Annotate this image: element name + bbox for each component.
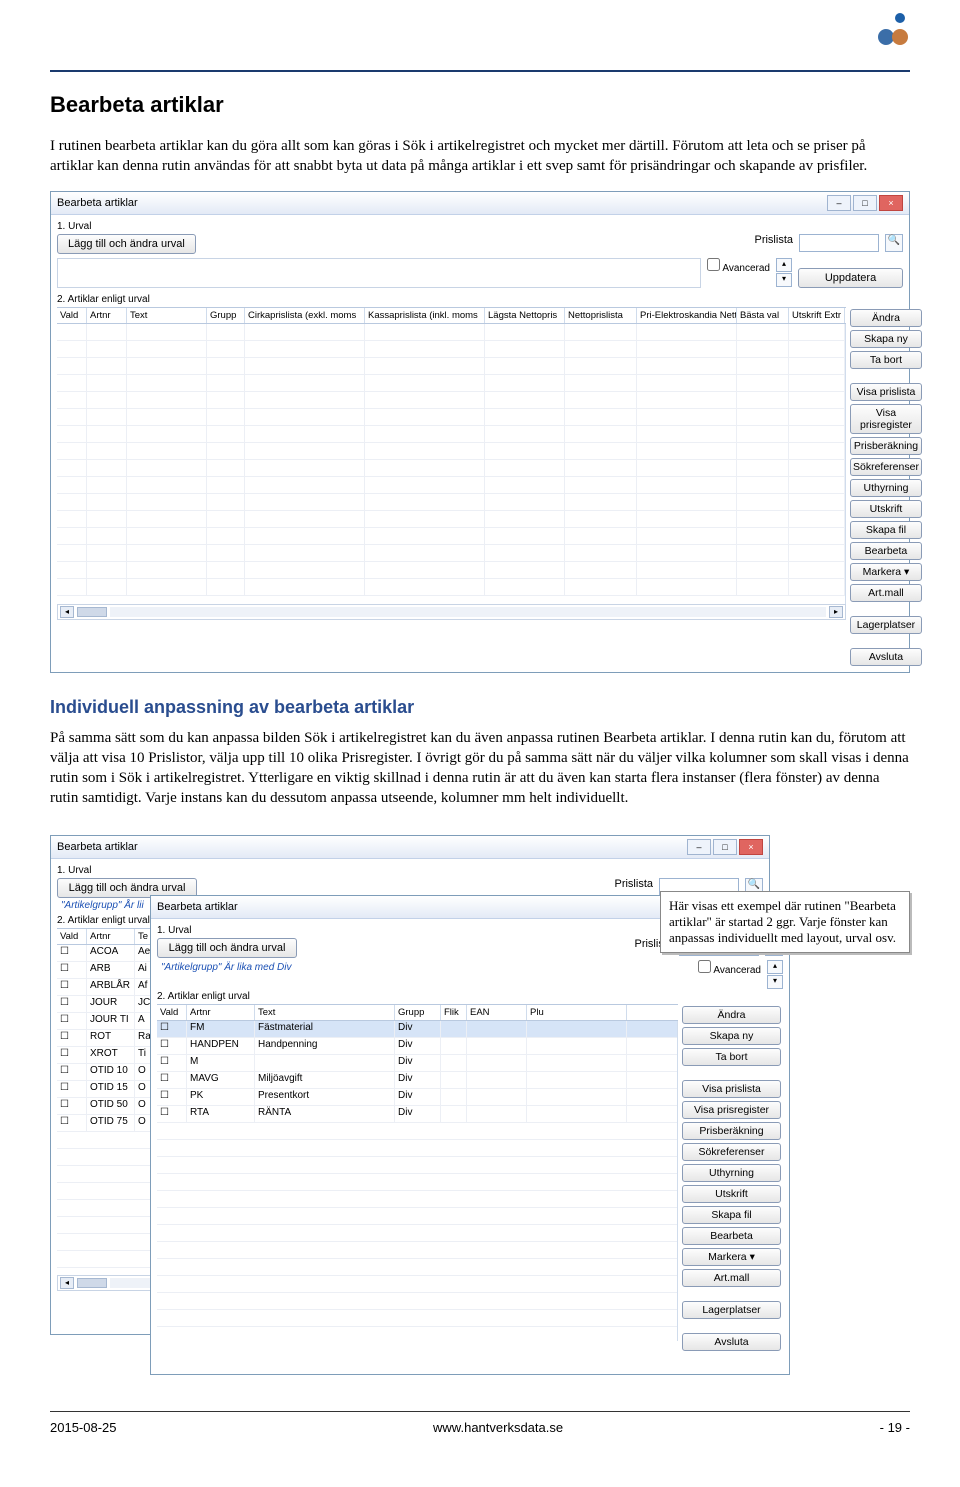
maximize-icon[interactable]: □	[713, 839, 737, 855]
page-heading: Bearbeta artiklar	[50, 92, 910, 118]
table-row[interactable]	[57, 358, 845, 375]
uppdatera-button[interactable]: Uppdatera	[798, 268, 903, 288]
intro-para: I rutinen bearbeta artiklar kan du göra …	[50, 136, 910, 177]
table-row[interactable]	[57, 494, 845, 511]
urval-area	[57, 258, 701, 288]
table-row[interactable]: ☐RTARÄNTADiv	[157, 1106, 677, 1123]
table-row[interactable]	[57, 562, 845, 579]
table-row[interactable]: ☐PKPresentkortDiv	[157, 1089, 677, 1106]
search-icon[interactable]: 🔍	[885, 234, 903, 252]
maximize-icon[interactable]: □	[853, 195, 877, 211]
skapany-button[interactable]: Skapa ny	[682, 1027, 781, 1045]
filter-text: "Artikelgrupp" Är lika med Div	[157, 960, 692, 975]
prisberakning-button[interactable]: Prisberäkning	[850, 437, 922, 455]
table-row[interactable]	[57, 443, 845, 460]
grid-body	[57, 324, 846, 604]
utskrift-button[interactable]: Utskrift	[850, 500, 922, 518]
urval-button[interactable]: Lägg till och ändra urval	[157, 938, 297, 958]
minimize-icon[interactable]: –	[687, 839, 711, 855]
header-rule	[50, 70, 910, 72]
table-row[interactable]	[57, 392, 845, 409]
table-row[interactable]: ☐MAVGMiljöavgiftDiv	[157, 1072, 677, 1089]
tabort-button[interactable]: Ta bort	[682, 1048, 781, 1066]
tabort-button[interactable]: Ta bort	[850, 351, 922, 369]
sokreferenser-button[interactable]: Sökreferenser	[850, 458, 922, 476]
screenshot-2-front: Bearbeta artiklar – □ × 1. Urval Lägg ti…	[150, 895, 790, 1375]
andra-button[interactable]: Ändra	[682, 1006, 781, 1024]
subheading: Individuell anpassning av bearbeta artik…	[50, 697, 910, 718]
skapany-button[interactable]: Skapa ny	[850, 330, 922, 348]
table-row[interactable]	[57, 545, 845, 562]
visaprislista-button[interactable]: Visa prislista	[682, 1080, 781, 1098]
table-row[interactable]	[57, 426, 845, 443]
close-icon[interactable]: ×	[879, 195, 903, 211]
page-footer: 2015-08-25 www.hantverksdata.se - 19 -	[50, 1411, 910, 1435]
visaprisregister-button[interactable]: Visa prisregister	[682, 1101, 781, 1119]
prislista-label: Prislista	[754, 234, 793, 246]
avsluta-button[interactable]: Avsluta	[850, 648, 922, 666]
avancerad-checkbox[interactable]: Avancerad	[698, 960, 761, 976]
minimize-icon[interactable]: –	[827, 195, 851, 211]
table-row[interactable]: ☐FMFästmaterialDiv	[157, 1021, 677, 1038]
para2: På samma sätt som du kan anpassa bilden …	[50, 728, 910, 809]
table-row[interactable]	[57, 341, 845, 358]
callout-box: Här visas ett exempel där rutinen "Bearb…	[660, 891, 910, 953]
prisberakning-button[interactable]: Prisberäkning	[682, 1122, 781, 1140]
up-icon[interactable]: ▴	[767, 960, 783, 974]
grid-header: Vald Artnr Text Grupp Cirkaprislista (ex…	[57, 307, 846, 324]
table-row[interactable]	[57, 477, 845, 494]
utskrift-button[interactable]: Utskrift	[682, 1185, 781, 1203]
artmall-button[interactable]: Art.mall	[850, 584, 922, 602]
screenshot-1: Bearbeta artiklar – □ × 1. Urval Lägg ti…	[50, 191, 910, 673]
table-row[interactable]: ☐MDiv	[157, 1055, 677, 1072]
uthyrning-button[interactable]: Uthyrning	[682, 1164, 781, 1182]
table-row[interactable]	[57, 375, 845, 392]
table-row[interactable]	[57, 528, 845, 545]
bearbeta-button[interactable]: Bearbeta	[850, 542, 922, 560]
table-row[interactable]	[57, 409, 845, 426]
urval-button[interactable]: Lägg till och ändra urval	[57, 234, 196, 254]
table-row[interactable]	[57, 324, 845, 341]
footer-page: - 19 -	[880, 1420, 910, 1435]
footer-url: www.hantverksdata.se	[433, 1420, 563, 1435]
visaprisregister-button[interactable]: Visa prisregister	[850, 404, 922, 434]
h-scrollbar[interactable]: ◂▸	[57, 604, 846, 620]
lagerplatser-button[interactable]: Lagerplatser	[682, 1301, 781, 1319]
visaprislista-button[interactable]: Visa prislista	[850, 383, 922, 401]
table-row[interactable]: ☐HANDPENHandpenningDiv	[157, 1038, 677, 1055]
logo	[870, 10, 910, 50]
skapafil-button[interactable]: Skapa fil	[850, 521, 922, 539]
section2-label: 2. Artiklar enligt urval	[57, 294, 903, 305]
table-row[interactable]	[57, 460, 845, 477]
window-title: Bearbeta artiklar	[57, 197, 138, 209]
titlebar: Bearbeta artiklar – □ ×	[51, 192, 909, 215]
down-icon[interactable]: ▾	[767, 975, 783, 989]
up-icon[interactable]: ▴	[776, 258, 792, 272]
markera-button[interactable]: Markera ▾	[850, 563, 922, 581]
artmall-button[interactable]: Art.mall	[682, 1269, 781, 1287]
sokreferenser-button[interactable]: Sökreferenser	[682, 1143, 781, 1161]
avsluta-button[interactable]: Avsluta	[682, 1333, 781, 1351]
section1-label: 1. Urval	[57, 221, 903, 232]
andra-button[interactable]: Ändra	[850, 309, 922, 327]
close-icon[interactable]: ×	[739, 839, 763, 855]
uthyrning-button[interactable]: Uthyrning	[850, 479, 922, 497]
bearbeta-button[interactable]: Bearbeta	[682, 1227, 781, 1245]
avancerad-checkbox[interactable]: Avancerad	[707, 258, 770, 274]
lagerplatser-button[interactable]: Lagerplatser	[850, 616, 922, 634]
prislista-input[interactable]	[799, 234, 879, 252]
markera-button[interactable]: Markera ▾	[682, 1248, 781, 1266]
down-icon[interactable]: ▾	[776, 273, 792, 287]
table-row[interactable]	[57, 579, 845, 596]
skapafil-button[interactable]: Skapa fil	[682, 1206, 781, 1224]
table-row[interactable]	[57, 511, 845, 528]
footer-date: 2015-08-25	[50, 1420, 117, 1435]
